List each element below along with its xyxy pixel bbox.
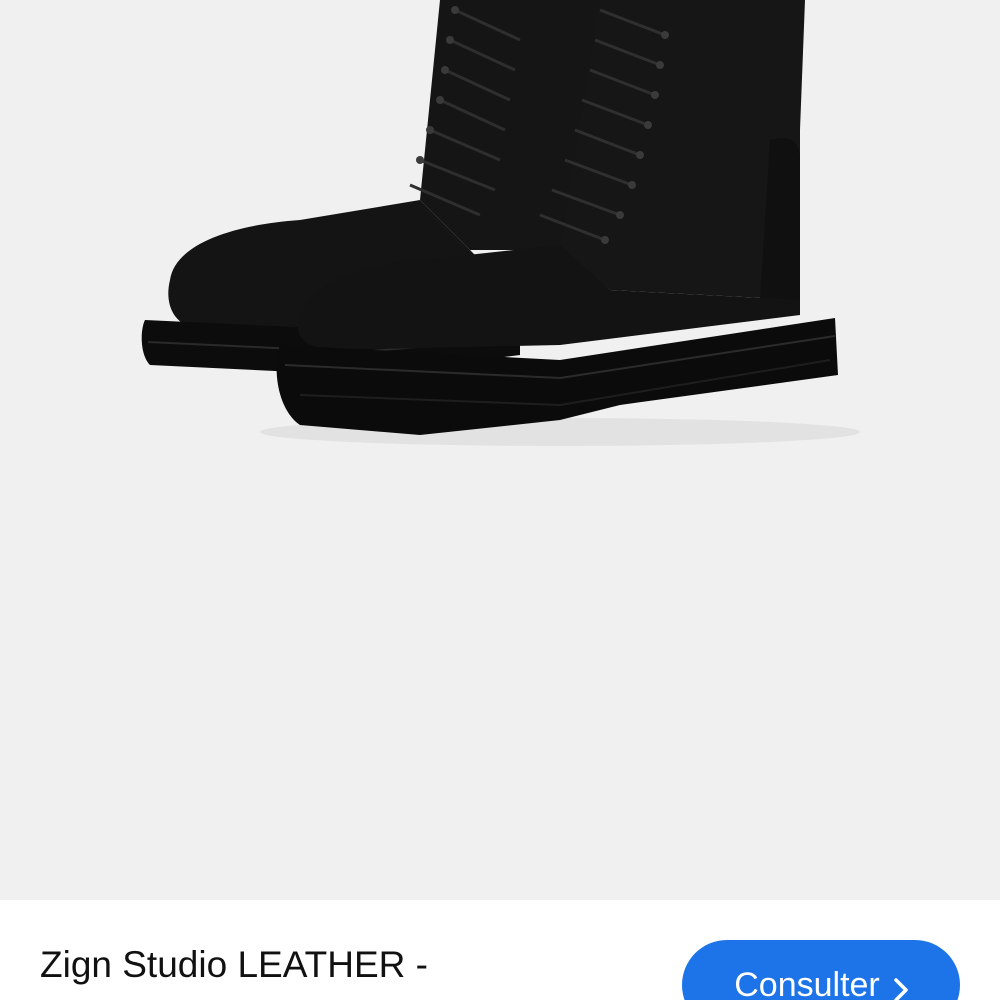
product-page: Zign Studio LEATHER - Consulter (0, 0, 1000, 1000)
product-title[interactable]: Zign Studio LEATHER - (40, 946, 428, 983)
consulter-button-label: Consulter (734, 966, 880, 1000)
boots-illustration (141, 0, 860, 446)
chevron-right-icon (894, 972, 908, 1000)
consulter-button[interactable]: Consulter (682, 940, 960, 1000)
product-photo[interactable] (0, 0, 1000, 900)
